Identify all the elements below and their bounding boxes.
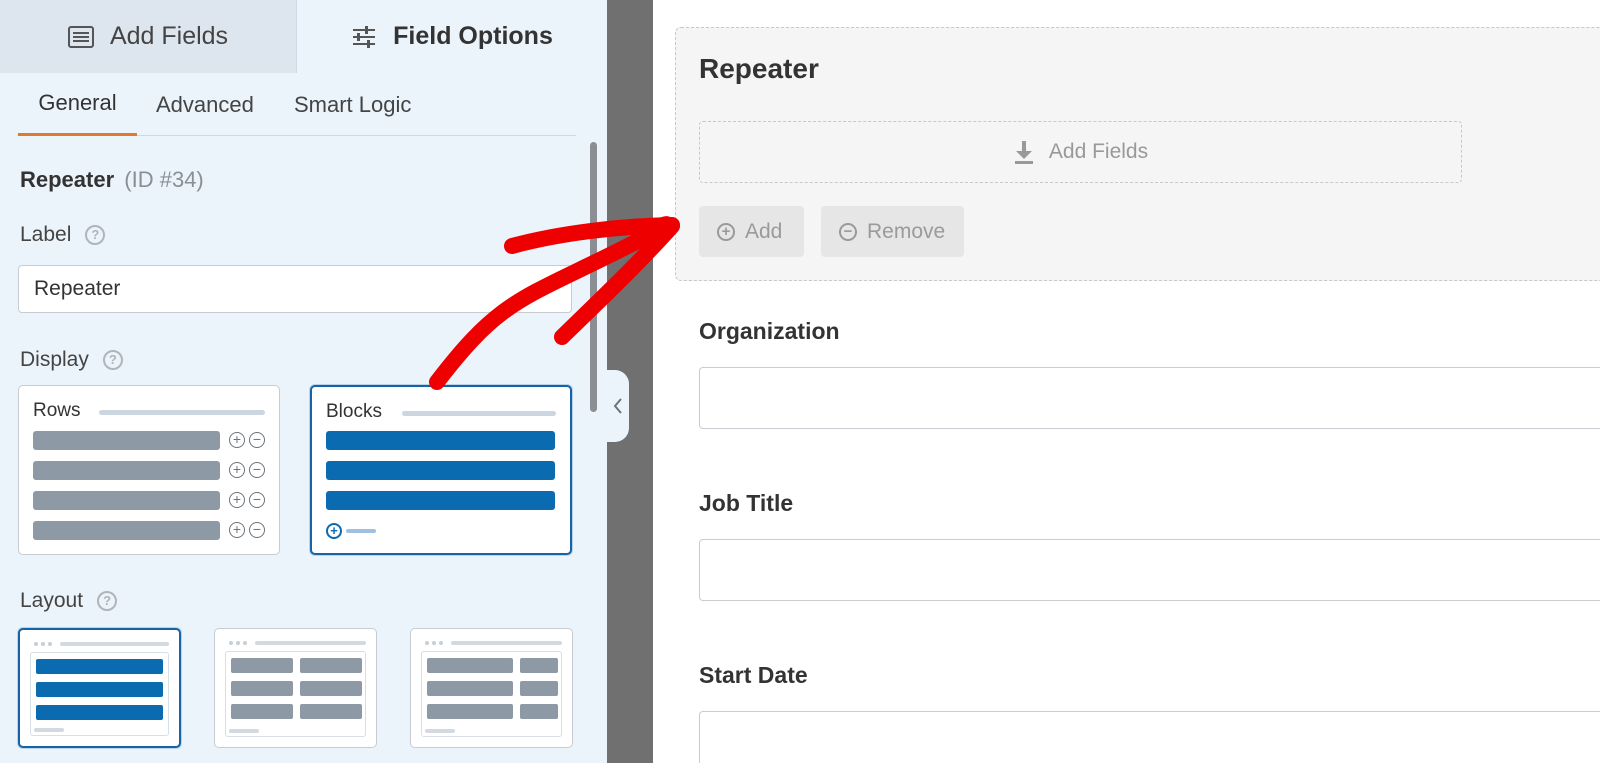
panel-scrollbar[interactable] (590, 142, 597, 412)
form-preview: Repeater Add Fields + Add − Remove Organ… (653, 0, 1600, 763)
card-title-line (60, 642, 169, 646)
layout-bar (427, 658, 513, 673)
layout-bar (520, 658, 558, 673)
display-blocks-label: Blocks (326, 401, 382, 422)
add-block-icon: + (326, 523, 376, 539)
display-title-text: Display (20, 348, 89, 371)
layout-option-two-column[interactable] (214, 628, 377, 748)
help-icon[interactable]: ? (85, 225, 106, 245)
card-title-line (451, 641, 562, 645)
display-rows-option[interactable]: Rows + − + − + − + − (18, 385, 280, 555)
tab-advanced[interactable]: Advanced (156, 73, 254, 136)
help-icon[interactable]: ? (102, 350, 123, 370)
layout-option-wide-narrow[interactable] (410, 628, 573, 748)
add-fields-label: Add Fields (1048, 140, 1149, 163)
card-title-line (402, 411, 556, 416)
blocks-bar (326, 461, 555, 480)
layout-bar (36, 705, 163, 720)
sliders-icon (353, 25, 376, 48)
display-rows-label: Rows (33, 400, 81, 421)
layout-option-full[interactable] (18, 628, 181, 748)
card-footer-line (229, 729, 259, 733)
repeater-remove-label: Remove (867, 219, 946, 243)
layout-bar (36, 659, 163, 674)
options-sub-tabs: General Advanced Smart Logic (18, 73, 576, 136)
tab-add-fields-label: Add Fields (109, 22, 229, 50)
layout-bar (520, 704, 558, 719)
job-title-input[interactable] (699, 539, 1600, 601)
plus-minus-icons: + − (229, 492, 265, 508)
field-heading: Repeater (ID #34) (20, 167, 204, 193)
plus-minus-icons: + − (229, 462, 265, 478)
label-option-title: Label ? (20, 223, 106, 247)
layout-option-title: Layout ? (20, 589, 118, 613)
download-icon (1014, 141, 1033, 164)
layout-preview (421, 651, 562, 737)
start-date-label: Start Date (699, 662, 808, 688)
display-blocks-option[interactable]: Blocks + (310, 385, 572, 555)
layout-preview (30, 652, 169, 736)
rows-bar (33, 521, 220, 540)
field-options-panel: Add Fields Field Options General Advance… (0, 0, 607, 763)
blocks-bar (326, 431, 555, 450)
minus-circle-icon: − (839, 222, 857, 241)
layout-bar (427, 704, 513, 719)
card-footer-line (425, 729, 455, 733)
layout-bar (300, 704, 362, 719)
chevron-left-icon (613, 398, 622, 414)
plus-circle-icon: + (717, 222, 735, 241)
tab-smart-logic[interactable]: Smart Logic (294, 73, 411, 136)
tab-add-fields[interactable]: Add Fields (0, 0, 297, 73)
label-input[interactable] (18, 265, 572, 313)
layout-bar (520, 681, 558, 696)
rows-bar (33, 431, 220, 450)
field-name: Repeater (20, 167, 115, 192)
repeater-remove-button[interactable]: − Remove (821, 206, 964, 257)
layout-bar (231, 704, 293, 719)
collapse-panel-toggle[interactable] (606, 370, 629, 442)
layout-bar (231, 658, 293, 673)
field-id: (ID #34) (124, 167, 204, 192)
help-icon[interactable]: ? (97, 591, 118, 611)
tab-general[interactable]: General (18, 73, 137, 136)
add-fields-dropzone[interactable]: Add Fields (699, 121, 1462, 183)
organization-label: Organization (699, 318, 840, 344)
layout-bar (300, 681, 362, 696)
window-dots (229, 641, 247, 645)
card-title-line (99, 410, 265, 415)
job-title-label: Job Title (699, 490, 794, 516)
window-dots (34, 642, 52, 646)
layout-bar (231, 681, 293, 696)
start-date-input[interactable] (699, 711, 1600, 763)
panel-top-tabs: Add Fields Field Options (0, 0, 607, 73)
card-title-line (255, 641, 366, 645)
card-footer-line (34, 728, 64, 732)
label-title-text: Label (20, 223, 72, 246)
tab-field-options[interactable]: Field Options (297, 0, 607, 73)
layout-preview (225, 651, 366, 737)
blocks-bar (326, 491, 555, 510)
plus-minus-icons: + − (229, 432, 265, 448)
layout-bar (36, 682, 163, 697)
layout-title-text: Layout (20, 589, 84, 612)
tab-field-options-label: Field Options (393, 22, 553, 50)
display-option-title: Display ? (20, 348, 123, 372)
rows-bar (33, 461, 220, 480)
window-dots (425, 641, 443, 645)
organization-input[interactable] (699, 367, 1600, 429)
repeater-add-button[interactable]: + Add (699, 206, 804, 257)
plus-minus-icons: + − (229, 522, 265, 538)
repeater-title: Repeater (699, 53, 819, 84)
list-icon (67, 25, 94, 48)
layout-bar (300, 658, 362, 673)
rows-bar (33, 491, 220, 510)
repeater-add-label: Add (745, 219, 783, 243)
layout-bar (427, 681, 513, 696)
